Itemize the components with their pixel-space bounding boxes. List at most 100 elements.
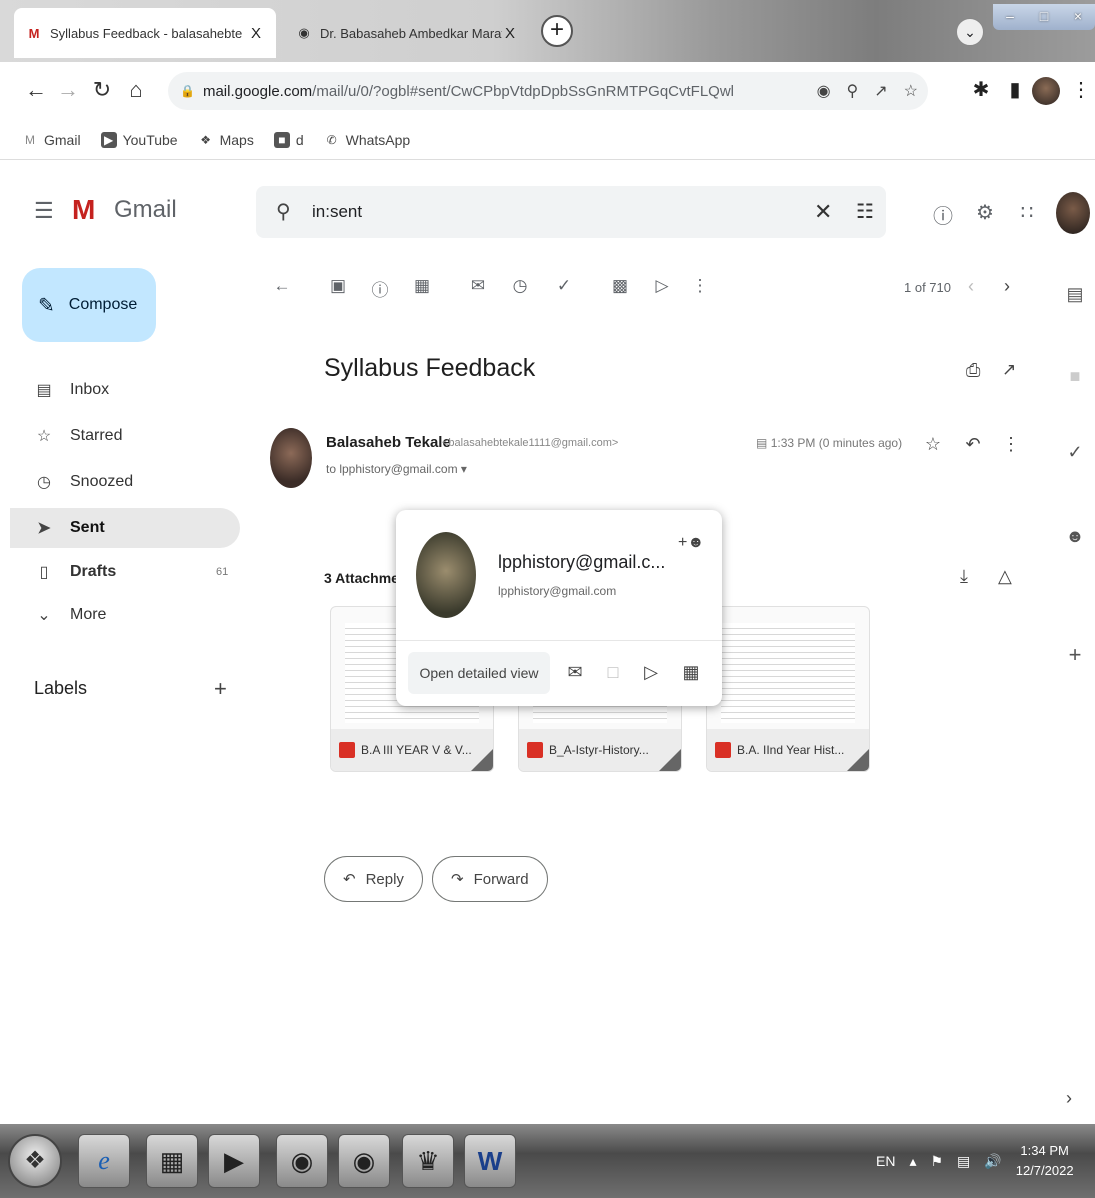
bookmark-d[interactable]: ■ d [273,131,304,148]
report-spam-icon[interactable]: ⓘ [368,276,392,301]
sidebar-item-snoozed[interactable]: ◷ Snoozed [10,462,240,502]
browser-menu-icon[interactable]: ⋮ [1068,78,1094,102]
extension-shield-icon[interactable]: ◉ [817,81,831,101]
profile-avatar[interactable] [1032,77,1060,105]
tab-gmail[interactable]: M Syllabus Feedback - balasahebte X [14,8,276,58]
lock-icon[interactable]: 🔒 [180,84,195,98]
file-explorer-icon[interactable]: ▦ [146,1134,198,1188]
recipient-line[interactable]: to lpphistory@gmail.com ▾ [326,462,467,476]
chrome-icon[interactable]: ◉ [338,1134,390,1188]
send-email-icon[interactable]: ✉ [564,662,586,683]
sidebar-item-more[interactable]: ⌄ More [10,595,240,635]
open-detailed-view-button[interactable]: Open detailed view [408,652,550,694]
side-panel-icon[interactable]: ▮ [1002,78,1028,102]
new-tab-button[interactable]: + [541,15,573,47]
minimize-icon[interactable]: – [993,4,1027,30]
tasks-icon[interactable]: ✓ [1064,442,1086,463]
back-to-list-icon[interactable]: ← [270,276,294,296]
add-to-drive-icon[interactable]: △ [998,566,1012,587]
bookmark-youtube[interactable]: ▶ YouTube [100,131,178,148]
zoom-icon[interactable]: ⚲ [847,81,859,101]
apps-grid-icon[interactable]: ∷ [1014,200,1040,225]
mark-unread-icon[interactable]: ✉ [466,276,490,296]
tab-search-chevron-icon[interactable]: ⌄ [956,18,984,46]
chat-icon[interactable]: □ [602,662,624,683]
sidebar-item-starred[interactable]: ☆ Starred [10,416,240,456]
extensions-puzzle-icon[interactable]: ✱ [968,78,994,102]
label-icon[interactable]: ▷ [650,276,674,296]
internet-explorer-icon[interactable]: e [78,1134,130,1188]
tray-expand-icon[interactable]: ▴ [909,1153,916,1170]
snooze-icon[interactable]: ◷ [508,276,532,296]
archive-icon[interactable]: ▣ [326,276,350,296]
help-icon[interactable]: ⓘ [930,200,956,229]
move-to-icon[interactable]: ▩ [608,276,632,296]
bookmark-whatsapp[interactable]: ✆ WhatsApp [324,132,411,148]
language-indicator[interactable]: EN [876,1153,895,1169]
bookmark-gmail[interactable]: M Gmail [22,132,81,148]
home-icon[interactable]: ⌂ [122,76,150,104]
download-all-icon[interactable]: ⤓ [960,566,968,587]
open-new-window-icon[interactable]: ↗ [1002,360,1016,380]
volume-icon[interactable]: 🔊 [984,1153,1001,1170]
sidebar-item-sent[interactable]: ➤ Sent [10,508,240,548]
close-tab-icon[interactable]: X [502,25,518,42]
search-icon[interactable]: ⚲ [276,199,291,224]
compose-button[interactable]: ✎ Compose [22,268,156,342]
search-input[interactable]: in:sent [312,202,362,222]
attachment-card[interactable]: B.A. IInd Year Hist... [706,606,870,772]
gmail-logo-icon[interactable]: M [72,194,95,226]
forward-arrow-icon[interactable]: → [54,76,82,104]
star-message-icon[interactable]: ☆ [922,434,944,455]
bookmark-star-icon[interactable]: ☆ [904,81,918,101]
close-window-icon[interactable]: × [1061,4,1095,30]
account-avatar[interactable] [1056,192,1090,234]
video-call-icon[interactable]: ▷ [640,662,662,683]
tab-marathwada-university[interactable]: ◉ Dr. Babasaheb Ambedkar Marat X [284,8,530,58]
more-actions-icon[interactable]: ⋮ [688,276,712,296]
maximize-icon[interactable]: □ [1027,4,1061,30]
sender-name[interactable]: Balasaheb Tekale [326,434,451,451]
firefox-icon[interactable]: ◉ [276,1134,328,1188]
main-menu-icon[interactable]: ☰ [34,198,54,224]
reply-button[interactable]: ↶ Reply [324,856,423,902]
newer-chevron-icon[interactable]: ‹ [968,276,974,297]
gear-icon[interactable]: ⚙ [972,200,998,225]
clear-search-icon[interactable]: ✕ [814,199,832,225]
taskbar-clock[interactable]: 1:34 PM 12/7/2022 [1016,1141,1074,1181]
address-bar[interactable]: 🔒 mail.google.com /mail/u/0/?ogbl#sent/C… [168,72,928,110]
app-icon[interactable]: ♛ [402,1134,454,1188]
reload-icon[interactable]: ↻ [88,76,116,104]
reply-icon[interactable]: ↶ [962,434,984,455]
add-task-icon[interactable]: ✓ [552,276,576,296]
media-player-icon[interactable]: ▶ [208,1134,260,1188]
close-tab-icon[interactable]: X [248,25,264,42]
action-center-flag-icon[interactable]: ⚑ [930,1153,943,1170]
add-label-button[interactable]: + [214,676,227,702]
network-icon[interactable]: ▤ [957,1153,970,1170]
calendar-icon[interactable]: ▤ [1064,284,1086,305]
search-options-icon[interactable]: ☷ [856,199,874,224]
add-contact-icon[interactable]: +☻ [678,534,704,552]
sender-avatar[interactable] [270,428,312,488]
sidebar-item-inbox[interactable]: ▤ Inbox [10,370,240,410]
share-icon[interactable]: ↗ [874,81,887,101]
show-side-panel-chevron-icon[interactable]: › [1066,1088,1072,1109]
gmail-wordmark[interactable]: Gmail [114,196,177,224]
delete-icon[interactable]: ▦ [410,276,434,296]
back-arrow-icon[interactable]: ← [22,76,50,104]
contacts-icon[interactable]: ☻ [1064,526,1086,547]
older-chevron-icon[interactable]: › [1004,276,1010,297]
bookmark-maps[interactable]: ❖ Maps [198,132,254,148]
sidebar-item-drafts[interactable]: ▯ Drafts 61 [10,552,240,592]
start-button[interactable]: ❖ [8,1134,62,1188]
get-addons-icon[interactable]: + [1064,642,1086,668]
caret-down-icon[interactable]: ▾ [461,462,467,476]
forward-button[interactable]: ↷ Forward [432,856,548,902]
schedule-event-icon[interactable]: ▦ [680,662,702,683]
print-icon[interactable]: ⎙ [966,360,980,381]
word-icon[interactable]: W [464,1134,516,1188]
keep-icon[interactable]: ■ [1064,366,1086,387]
message-more-icon[interactable]: ⋮ [1000,434,1022,455]
search-bar[interactable]: ⚲ in:sent ✕ ☷ [256,186,886,238]
